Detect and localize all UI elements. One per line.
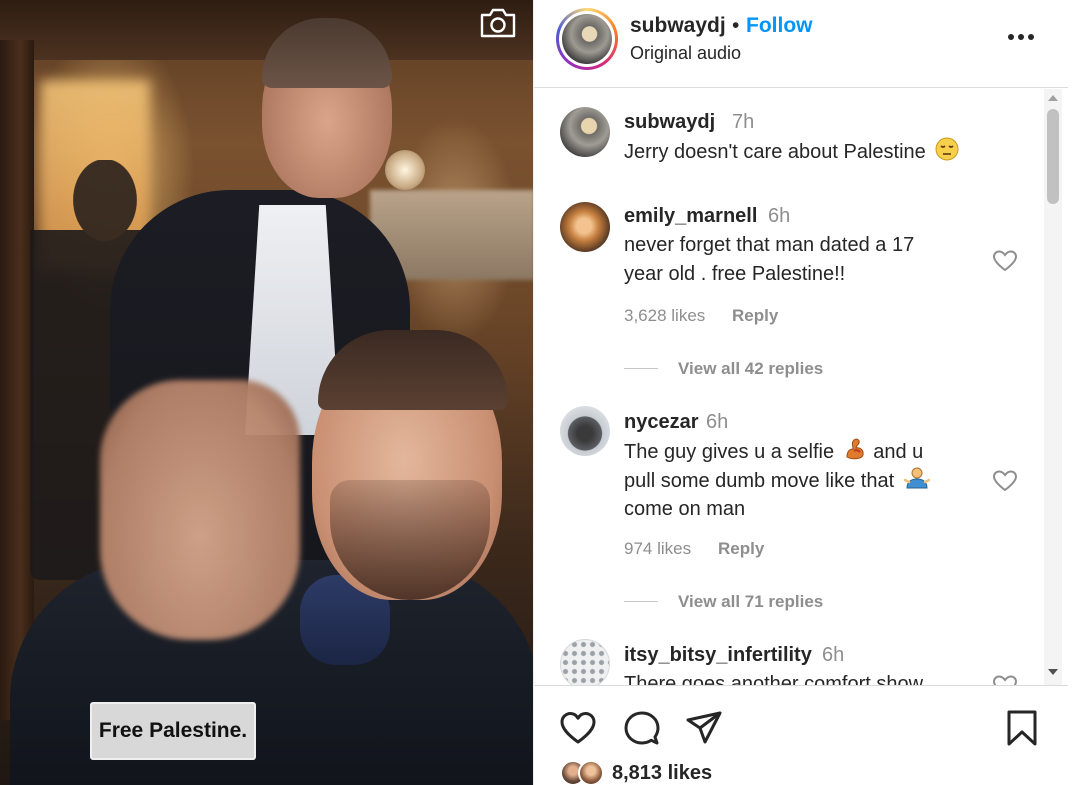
more-horizontal-icon[interactable]: [1004, 22, 1038, 52]
bookmark-icon[interactable]: [1002, 708, 1042, 748]
comment-text-line: There goes another comfort show: [624, 673, 924, 685]
author-avatar[interactable]: [556, 8, 618, 70]
comment-text-line: never forget that man dated a 17: [624, 234, 915, 256]
background-pillar: [0, 40, 34, 720]
view-replies-divider: [624, 601, 658, 602]
comment-time: 6h: [706, 411, 729, 433]
comment-username[interactable]: subwaydj: [624, 111, 715, 134]
comments-list[interactable]: subwaydj 7h Jerry doesn't care about Pal…: [534, 89, 1068, 685]
scroll-down-arrow-icon[interactable]: [1048, 669, 1058, 675]
comment-like-heart-icon[interactable]: [992, 674, 1018, 685]
comment-text-line: The guy gives u a selfie: [624, 441, 835, 463]
comment-text-line: and u: [873, 441, 924, 463]
comment-username[interactable]: nycezar: [624, 411, 699, 434]
comment-text-line: Jerry doesn't care about Palestine: [624, 141, 926, 163]
view-replies-button[interactable]: View all 71 replies: [678, 592, 823, 612]
background-ceiling: [0, 0, 533, 60]
comments-scrollbar[interactable]: [1044, 89, 1062, 685]
heart-icon[interactable]: [558, 708, 598, 748]
raised-hand: [100, 380, 300, 640]
downcast-face-icon: [935, 137, 959, 161]
comment-reply-button[interactable]: Reply: [732, 306, 778, 326]
comment-likes-count[interactable]: 974 likes: [624, 539, 691, 559]
audio-label[interactable]: Original audio: [630, 43, 741, 64]
comment-avatar[interactable]: [560, 202, 610, 252]
flexed-biceps-icon: [846, 438, 864, 460]
scroll-up-arrow-icon[interactable]: [1048, 95, 1058, 101]
comment-text: Jerry doesn't care about Palestine: [624, 137, 959, 167]
comment-likes-count[interactable]: 3,628 likes: [624, 306, 705, 326]
comment-icon[interactable]: [622, 708, 662, 748]
comment-text: The guy gives u a selfie and u: [624, 437, 923, 467]
liker-avatar: [578, 760, 604, 785]
likes-count[interactable]: 8,813 likes: [612, 762, 712, 785]
background-lamp: [385, 150, 425, 190]
comment-text-line: pull some dumb move like that: [624, 470, 895, 492]
author-avatar-image: [562, 14, 612, 64]
post-header: subwaydj • Follow Original audio: [534, 0, 1068, 88]
likes-summary[interactable]: 8,813 likes: [560, 760, 712, 785]
comment-text-line: year old . free Palestine!!: [624, 263, 846, 285]
comment-text-line: come on man: [624, 498, 746, 520]
view-replies-button[interactable]: View all 42 replies: [678, 359, 823, 379]
follow-button[interactable]: Follow: [746, 14, 813, 38]
reel-video[interactable]: Free Palestine.: [0, 0, 533, 785]
scrollbar-thumb[interactable]: [1047, 109, 1059, 204]
comment-time: 7h: [732, 111, 755, 133]
comment-time: 6h: [768, 205, 791, 227]
comment-like-heart-icon[interactable]: [992, 249, 1018, 273]
comment-avatar[interactable]: [560, 639, 610, 685]
comment-avatar[interactable]: [560, 107, 610, 157]
share-icon[interactable]: [684, 708, 724, 748]
comment-reply-button[interactable]: Reply: [718, 539, 764, 559]
view-replies-divider: [624, 368, 658, 369]
comment-username[interactable]: emily_marnell: [624, 205, 757, 228]
comment-time: 6h: [822, 644, 845, 666]
caption-overlay: Free Palestine.: [90, 702, 256, 760]
header-separator: •: [732, 14, 740, 37]
post-panel: subwaydj • Follow Original audio subwayd…: [533, 0, 1068, 785]
person-shrugging-icon: [903, 467, 930, 489]
comment-avatar[interactable]: [560, 406, 610, 456]
comment-like-heart-icon[interactable]: [992, 469, 1018, 493]
post-actions: 8,813 likes: [534, 685, 1068, 785]
camera-icon[interactable]: [478, 6, 518, 40]
comment-text: pull some dumb move like that: [624, 466, 930, 496]
author-username[interactable]: subwaydj: [630, 14, 726, 38]
comment-username[interactable]: itsy_bitsy_infertility: [624, 644, 812, 667]
